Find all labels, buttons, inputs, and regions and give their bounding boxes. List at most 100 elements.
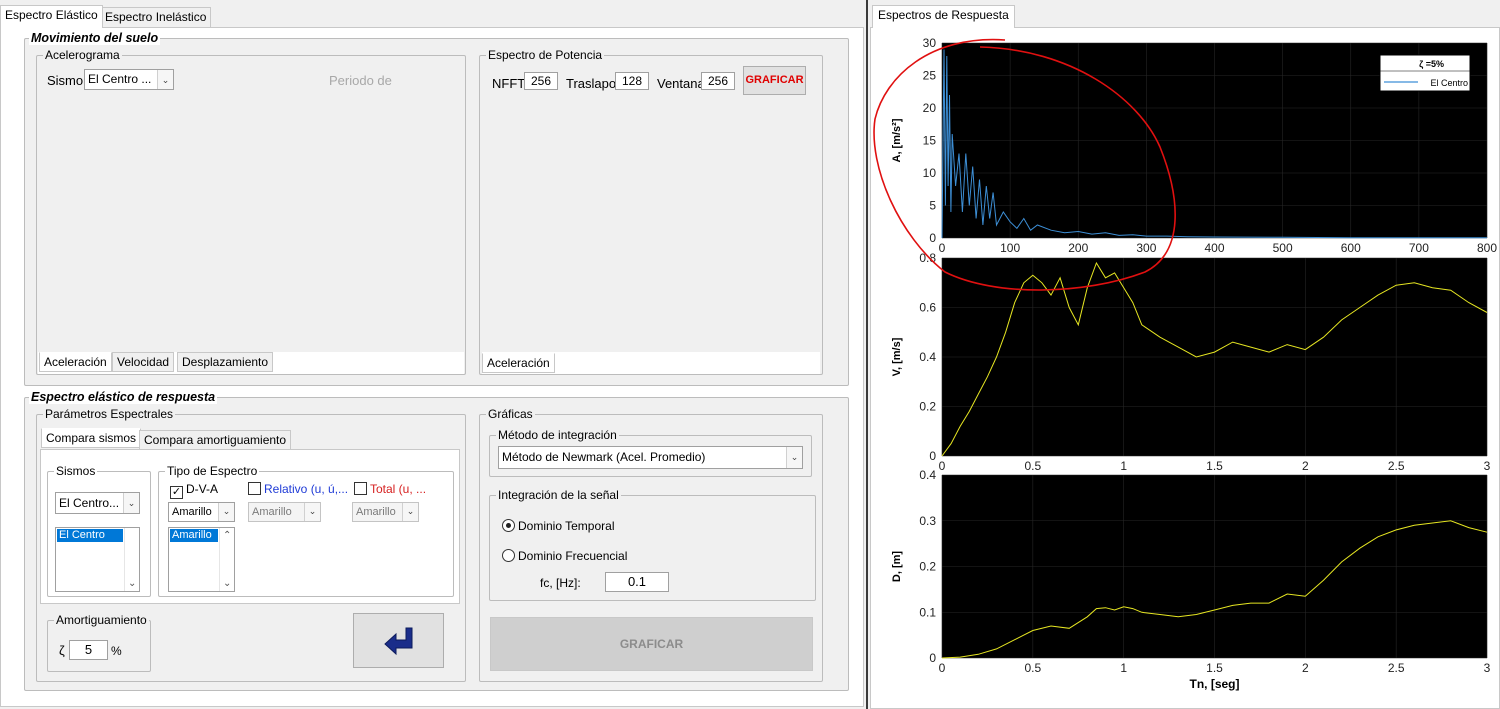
dva-color-select[interactable]: Amarillo ⌄ — [168, 502, 235, 522]
sismos-select-value: El Centro... — [59, 496, 120, 510]
dva-checkbox[interactable]: ✓ D-V-A — [170, 482, 218, 499]
x-tick-label: 3 — [1484, 459, 1491, 473]
sismos-title: Sismos — [54, 464, 98, 478]
relativo-label: Relativo (u, ú,... — [264, 482, 349, 496]
dominio-temporal-radio[interactable]: Dominio Temporal — [502, 519, 615, 533]
y-tick-label: 25 — [923, 69, 937, 83]
window-divider — [866, 0, 868, 709]
acelerograma-plot-area — [40, 96, 462, 352]
listbox-scrollbar[interactable]: ⌄ — [124, 528, 139, 591]
x-tick-label: 200 — [1068, 241, 1088, 255]
dominio-frecuencial-label: Dominio Frecuencial — [518, 549, 628, 563]
tab-velocidad[interactable]: Velocidad — [112, 352, 175, 372]
tab-aceleracion[interactable]: Aceleración — [39, 352, 112, 372]
x-tick-label: 800 — [1477, 241, 1497, 255]
tab-desplazamiento[interactable]: Desplazamiento — [177, 352, 274, 372]
radio-icon[interactable] — [502, 549, 515, 562]
zeta-input[interactable]: 5 — [69, 640, 108, 660]
tab-espectro-elastico[interactable]: Espectro Elástico — [0, 5, 103, 28]
y-tick-label: 0 — [929, 449, 936, 463]
y-tick-label: 0.2 — [919, 400, 936, 414]
tab-espectros-respuesta[interactable]: Espectros de Respuesta — [872, 5, 1015, 28]
traslapo-input[interactable]: 128 — [615, 72, 649, 90]
total-checkbox[interactable]: Total (u, ... — [354, 482, 426, 496]
tab-compara-amortiguamiento[interactable]: Compara amortiguamiento — [139, 430, 292, 450]
x-tick-label: 100 — [1000, 241, 1020, 255]
x-tick-label: 300 — [1136, 241, 1156, 255]
list-item[interactable]: Amarillo — [170, 529, 218, 542]
checkmark-icon[interactable]: ✓ — [170, 486, 183, 499]
chart-legend: ζ =5% El Centro — [1379, 54, 1471, 92]
fc-label: fc, [Hz]: — [540, 576, 581, 590]
chevron-up-icon[interactable]: ⌃ — [223, 530, 231, 541]
sismo-select[interactable]: El Centro ... ⌄ — [84, 69, 174, 90]
y-tick-label: 20 — [923, 101, 937, 115]
checkbox-icon[interactable] — [248, 482, 261, 495]
x-tick-label: 0.5 — [1024, 661, 1041, 675]
metodo-select[interactable]: Método de Newmark (Acel. Promedio) ⌄ — [498, 446, 803, 469]
x-tick-label: 700 — [1409, 241, 1429, 255]
total-color-select[interactable]: Amarillo ⌄ — [352, 502, 419, 522]
potencia-graficar-button[interactable]: GRAFICAR — [743, 66, 806, 95]
legend-series-name: El Centro — [1430, 78, 1468, 88]
tab-espectro-inelastico[interactable]: Espectro Inelástico — [100, 7, 212, 27]
nfft-label: NFFT — [492, 76, 526, 91]
movimiento-title: Movimiento del suelo — [29, 31, 161, 45]
chevron-down-icon[interactable]: ⌄ — [223, 578, 231, 589]
dva-color-listbox[interactable]: Amarillo ⌃ ⌄ — [168, 527, 235, 592]
sismo-select-value: El Centro ... — [88, 72, 152, 86]
x-tick-label: 0 — [939, 459, 946, 473]
y-tick-label: 5 — [929, 199, 936, 213]
acelerograma-title: Acelerograma — [43, 48, 122, 62]
dominio-frecuencial-radio[interactable]: Dominio Frecuencial — [502, 549, 627, 563]
fc-input[interactable]: 0.1 — [605, 572, 669, 592]
checkbox-icon[interactable] — [354, 482, 367, 495]
nfft-input[interactable]: 256 — [524, 72, 558, 90]
chevron-down-icon[interactable]: ⌄ — [128, 578, 136, 589]
x-tick-label: 1.5 — [1206, 661, 1223, 675]
radio-selected-icon[interactable] — [502, 519, 515, 532]
x-tick-label: 0.5 — [1024, 459, 1041, 473]
y-tick-label: 10 — [923, 166, 937, 180]
zeta-unit: % — [111, 644, 122, 658]
x-tick-label: 0 — [939, 661, 946, 675]
chevron-down-icon: ⌄ — [786, 447, 802, 468]
dva-color-value: Amarillo — [172, 506, 212, 518]
sismos-listbox[interactable]: El Centro ⌄ — [55, 527, 140, 592]
ventana-input[interactable]: 256 — [701, 72, 735, 90]
amortiguamiento-title: Amortiguamiento — [54, 613, 149, 627]
y-axis-label: A, [m/s²] — [891, 118, 903, 162]
chevron-down-icon: ⌄ — [157, 70, 173, 89]
x-tick-label: 2 — [1302, 661, 1309, 675]
potencia-title: Espectro de Potencia — [486, 48, 605, 62]
sismo-label: Sismo — [47, 73, 84, 88]
sismos-select[interactable]: El Centro... ⌄ — [55, 492, 140, 514]
x-tick-label: 3 — [1484, 661, 1491, 675]
relativo-color-value: Amarillo — [252, 506, 292, 518]
x-tick-label: 500 — [1273, 241, 1293, 255]
relativo-checkbox[interactable]: Relativo (u, ú,... — [248, 482, 348, 496]
y-tick-label: 0.3 — [919, 514, 936, 528]
tab-potencia-aceleracion[interactable]: Aceleración — [482, 353, 555, 373]
traslapo-label: Traslapo — [566, 76, 617, 91]
x-tick-label: 2.5 — [1388, 459, 1405, 473]
x-tick-label: 600 — [1341, 241, 1361, 255]
y-tick-label: 0.4 — [919, 468, 936, 482]
x-tick-label: 1.5 — [1206, 459, 1223, 473]
x-tick-label: 400 — [1204, 241, 1224, 255]
chevron-down-icon: ⌄ — [402, 503, 418, 521]
x-axis-label: Tn, [seg] — [1190, 677, 1240, 691]
spectra-figure: 0510152025300 100 200 300 400 500 600 700 800A, … — [873, 36, 1497, 691]
y-tick-label: 0.6 — [919, 301, 936, 315]
list-item[interactable]: El Centro — [57, 529, 123, 542]
graficar-button[interactable]: GRAFICAR — [490, 617, 813, 671]
relativo-color-select[interactable]: Amarillo ⌄ — [248, 502, 321, 522]
y-tick-label: 30 — [923, 36, 937, 50]
listbox-scrollbar[interactable]: ⌃ ⌄ — [219, 528, 234, 591]
tab-compara-sismos[interactable]: Compara sismos — [41, 428, 142, 448]
y-tick-label: 0 — [929, 231, 936, 245]
chevron-down-icon: ⌄ — [123, 493, 139, 513]
x-tick-label: 2.5 — [1388, 661, 1405, 675]
dominio-temporal-label: Dominio Temporal — [518, 519, 615, 533]
return-button[interactable] — [353, 613, 444, 668]
